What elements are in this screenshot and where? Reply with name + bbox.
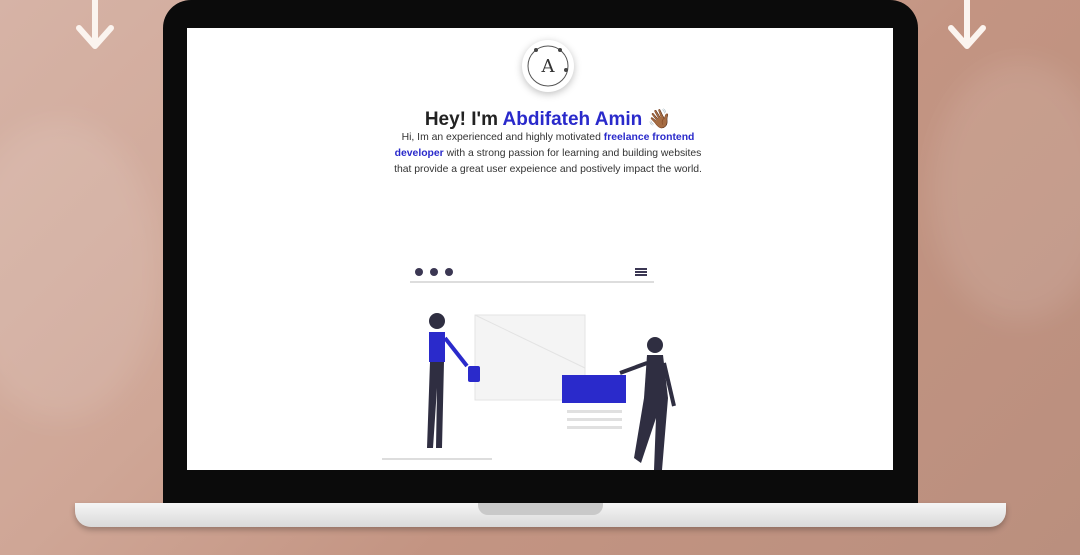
greeting-text: Hey! I'm — [424, 109, 503, 130]
page-title: Hey! I'm Abdifateh Amin 👋🏾 — [187, 107, 893, 131]
wave-icon: 👋🏾 — [647, 109, 672, 130]
down-arrow-icon — [76, 0, 114, 49]
hero-illustration — [382, 268, 676, 470]
intro-text-part1: Hi, Im an experienced and highly motivat… — [401, 132, 604, 143]
avatar: A — [522, 40, 574, 92]
laptop-notch — [478, 503, 603, 515]
laptop-screen: A Hey! I'm Abdifateh Amin 👋🏾 Hi, Im an e… — [187, 28, 893, 470]
avatar-wreath-icon — [527, 45, 569, 87]
intro-paragraph: Hi, Im an experienced and highly motivat… — [392, 130, 704, 178]
author-name: Abdifateh Amin — [502, 109, 643, 130]
down-arrow-icon — [948, 0, 986, 49]
background-fabric — [0, 120, 160, 420]
background-fabric — [930, 60, 1080, 320]
hamburger-menu-icon — [635, 268, 647, 276]
window-dots-icon — [415, 268, 453, 276]
